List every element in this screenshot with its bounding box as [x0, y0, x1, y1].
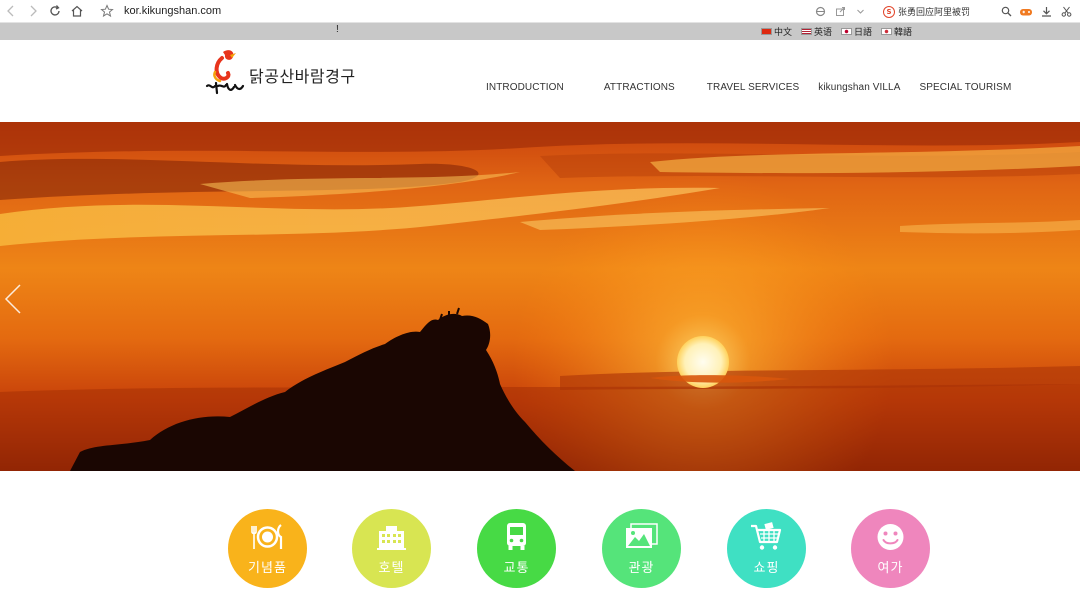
gamepad-icon	[1020, 8, 1032, 15]
category-label: 관광	[628, 561, 655, 576]
rooster-logo-icon	[205, 50, 245, 95]
download-button[interactable]	[1036, 1, 1056, 23]
nav-introduction[interactable]: INTRODUCTION	[486, 82, 564, 93]
scissors-icon	[1061, 6, 1071, 17]
landscape-photo-icon	[626, 523, 658, 548]
language-label: 韓語	[893, 28, 912, 38]
chevron-left-icon	[4, 284, 21, 314]
language-link-chinese[interactable]: 中文	[760, 25, 792, 38]
home-icon	[71, 5, 83, 17]
chevron-down-icon	[857, 9, 865, 14]
language-list: 中文 英语 日語 韓語	[760, 25, 912, 38]
language-strip: ! 中文 英语 日語 韓語	[0, 23, 1080, 40]
category-label: 호텔	[378, 561, 405, 576]
language-label: 日語	[853, 28, 872, 38]
category-hotel[interactable]: 호텔	[352, 509, 431, 588]
address-bar[interactable]: kor.kikungshan.com	[124, 5, 221, 17]
reload-button[interactable]	[44, 0, 66, 22]
language-link-japanese[interactable]: 日語	[840, 25, 872, 38]
ie-mode-button[interactable]	[811, 1, 831, 23]
category-label: 교통	[503, 561, 530, 576]
browser-toolbar: kor.kikungshan.com S 张勇回应阿里被罚	[0, 0, 1080, 23]
nav-villa[interactable]: kikungshan VILLA	[818, 82, 900, 93]
search-icon	[1001, 6, 1011, 17]
category-menu: 기념품 호텔 교통 관광 쇼핑 여가	[0, 509, 1080, 589]
category-shopping[interactable]: 쇼핑	[727, 509, 806, 588]
language-link-english[interactable]: 英语	[800, 25, 832, 38]
category-label: 쇼핑	[753, 561, 780, 576]
category-sightseeing[interactable]: 관광	[602, 509, 681, 588]
reload-icon	[50, 5, 60, 16]
hero-banner	[0, 122, 1080, 471]
main-nav: INTRODUCTION ATTRACTIONS TRAVEL SERVICES…	[486, 82, 1011, 93]
hotel-icon	[377, 526, 406, 550]
chevron-left-icon	[7, 5, 14, 17]
search-suggestion[interactable]: S 张勇回应阿里被罚	[877, 3, 976, 21]
dropdown-button[interactable]	[851, 1, 871, 23]
category-leisure[interactable]: 여가	[851, 509, 930, 588]
kr-flag-icon	[880, 28, 892, 35]
prev-slide-button[interactable]	[2, 283, 24, 315]
nav-travel-services[interactable]: TRAVEL SERVICES	[707, 82, 799, 93]
search-suggestion-text: 张勇回应阿里被罚	[897, 8, 970, 18]
search-button[interactable]	[996, 1, 1016, 23]
sunset-photo	[0, 122, 1080, 471]
language-link-korean[interactable]: 韓語	[880, 25, 912, 38]
dining-icon	[251, 524, 283, 549]
bus-icon	[507, 523, 526, 550]
language-label: 中文	[773, 28, 792, 38]
site-logo[interactable]: 닭공산바람경구	[203, 46, 363, 96]
share-icon	[836, 7, 846, 16]
game-button[interactable]	[1016, 1, 1036, 23]
ie-icon	[816, 6, 826, 17]
chevron-right-icon	[30, 5, 37, 17]
language-label: 英语	[813, 28, 832, 38]
bookmark-button[interactable]	[96, 0, 118, 22]
category-souvenir[interactable]: 기념품	[228, 509, 307, 588]
share-button[interactable]	[831, 1, 851, 23]
shopping-cart-icon	[751, 522, 782, 550]
category-transport[interactable]: 교통	[477, 509, 556, 588]
star-icon	[100, 4, 114, 18]
forward-button[interactable]	[22, 0, 44, 22]
cn-flag-icon	[760, 28, 772, 35]
category-label: 여가	[877, 561, 904, 576]
category-label: 기념품	[248, 561, 287, 576]
download-icon	[1041, 7, 1051, 17]
home-button[interactable]	[66, 0, 88, 22]
us-flag-icon	[800, 28, 812, 35]
search-engine-icon: S	[882, 5, 895, 18]
screenshot-button[interactable]	[1056, 1, 1076, 23]
nav-special-tourism[interactable]: SPECIAL TOURISM	[919, 82, 1011, 93]
smiley-icon	[877, 524, 904, 550]
nav-attractions[interactable]: ATTRACTIONS	[604, 82, 675, 93]
site-title: 닭공산바람경구	[249, 67, 356, 86]
notice-mark: !	[336, 24, 339, 35]
back-button[interactable]	[0, 0, 22, 22]
site-header: 닭공산바람경구 INTRODUCTION ATTRACTIONS TRAVEL …	[0, 40, 1080, 122]
jp-flag-icon	[840, 28, 852, 35]
